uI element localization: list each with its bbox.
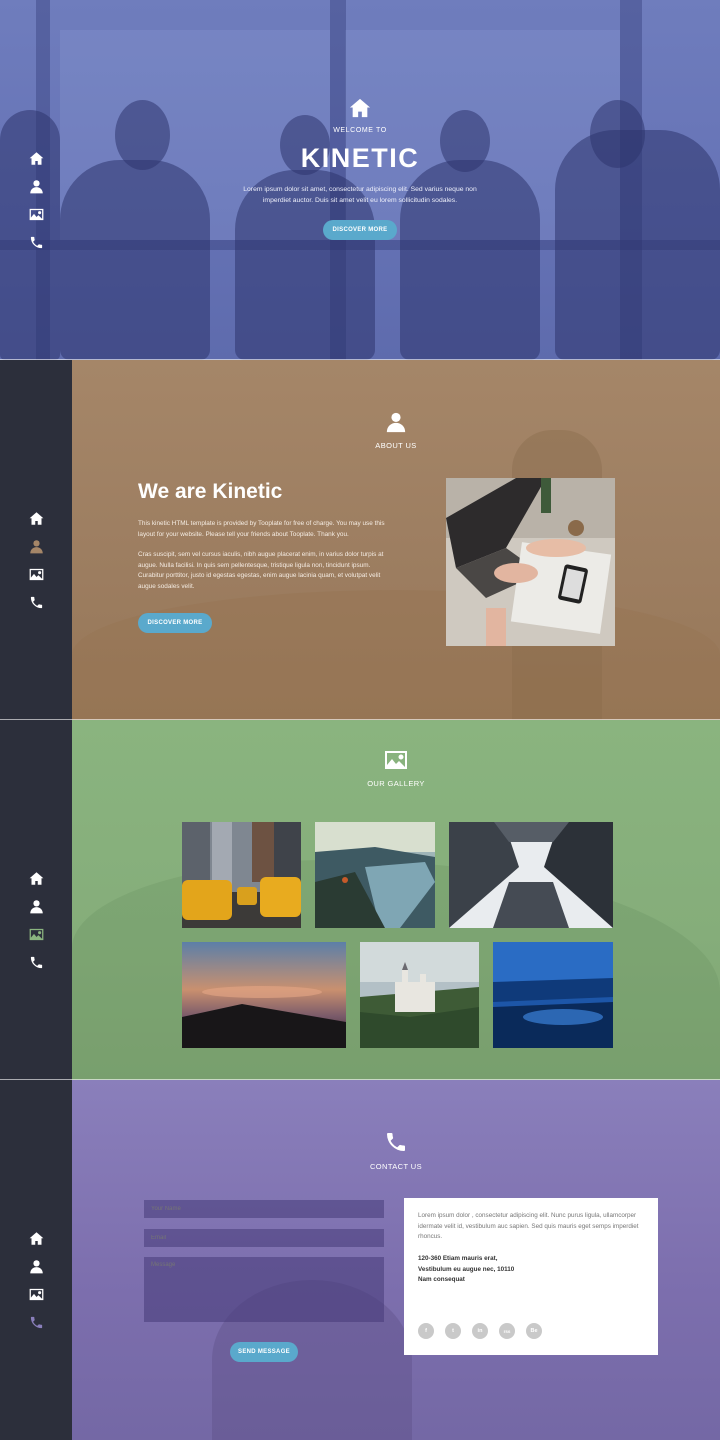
nav-home[interactable]: [22, 864, 50, 892]
nav-gallery[interactable]: [22, 560, 50, 588]
gallery-image-castle[interactable]: [360, 942, 479, 1048]
contact-info-text: Lorem ipsum dolor , consectetur adipisci…: [418, 1212, 639, 1240]
gallery-content: OUR GALLERY: [72, 720, 720, 1080]
hero-discover-button[interactable]: DISCOVER MORE: [323, 220, 397, 240]
nav-gallery[interactable]: [22, 1280, 50, 1308]
nav-about[interactable]: [22, 1252, 50, 1280]
image-icon: [381, 748, 411, 777]
about-discover-button[interactable]: DISCOVER MORE: [138, 613, 212, 633]
linkedin-icon[interactable]: in: [472, 1323, 488, 1339]
gallery-section: OUR GALLERY: [0, 720, 720, 1080]
home-icon: [29, 511, 44, 526]
about-label: ABOUT US: [375, 441, 417, 450]
address-line-3: Nam consequat: [418, 1276, 465, 1283]
nav-contact[interactable]: [22, 1308, 50, 1336]
side-nav: [22, 504, 50, 616]
home-icon: [348, 97, 372, 124]
nav-contact[interactable]: [22, 228, 50, 256]
home-icon: [29, 871, 44, 886]
nav-gallery[interactable]: [22, 920, 50, 948]
image-icon: [29, 1287, 44, 1302]
nav-contact[interactable]: [22, 588, 50, 616]
nav-about[interactable]: [22, 892, 50, 920]
nav-contact[interactable]: [22, 948, 50, 976]
image-icon: [29, 207, 44, 222]
user-icon: [385, 410, 407, 439]
nav-about[interactable]: [22, 532, 50, 560]
gallery-image-fjord-cliff[interactable]: [315, 822, 435, 928]
about-heading: We are Kinetic: [138, 480, 283, 503]
contact-info-card: Lorem ipsum dolor , consectetur adipisci…: [404, 1198, 658, 1355]
phone-icon: [29, 1315, 44, 1330]
user-icon: [29, 899, 44, 914]
hero-background-image: [0, 0, 720, 360]
home-icon: [29, 1231, 44, 1246]
nav-home[interactable]: [22, 1224, 50, 1252]
about-content: ABOUT US We are Kinetic This kinetic HTM…: [72, 360, 720, 720]
hero-title: KINETIC: [300, 143, 420, 173]
gallery-image-sunset-clouds[interactable]: [182, 942, 346, 1048]
contact-section: CONTACT US SEND MESSAGE Lorem ipsum dolo…: [0, 1080, 720, 1440]
gallery-label: OUR GALLERY: [367, 779, 425, 788]
email-field[interactable]: [144, 1229, 384, 1247]
about-photo: [446, 478, 615, 646]
about-section: ABOUT US We are Kinetic This kinetic HTM…: [0, 360, 720, 720]
address-line-1: 120-360 Etiam mauris erat,: [418, 1255, 498, 1262]
image-icon: [29, 927, 44, 942]
side-nav: [22, 864, 50, 976]
contact-content: CONTACT US SEND MESSAGE Lorem ipsum dolo…: [72, 1080, 720, 1440]
rss-icon[interactable]: rss: [499, 1323, 515, 1339]
phone-icon: [29, 235, 44, 250]
send-message-button[interactable]: SEND MESSAGE: [230, 1342, 298, 1362]
facebook-icon[interactable]: f: [418, 1323, 434, 1339]
contact-label: CONTACT US: [369, 1162, 423, 1171]
user-icon: [29, 1259, 44, 1274]
gallery-image-city-taxis[interactable]: [182, 822, 301, 928]
nav-gallery[interactable]: [22, 200, 50, 228]
phone-icon: [29, 595, 44, 610]
nav-home[interactable]: [22, 504, 50, 532]
hero-welcome: WELCOME TO: [333, 127, 387, 134]
image-icon: [29, 567, 44, 582]
nav-about[interactable]: [22, 172, 50, 200]
user-icon: [29, 179, 44, 194]
about-paragraph-2: Cras suscipit, sem vel cursus iaculis, n…: [138, 551, 384, 590]
gallery-image-skyscrapers[interactable]: [449, 822, 613, 928]
phone-icon: [29, 955, 44, 970]
phone-icon: [384, 1130, 408, 1159]
side-nav: [22, 1224, 50, 1336]
twitter-icon[interactable]: t: [445, 1323, 461, 1339]
user-icon: [29, 539, 44, 554]
hero-section: WELCOME TO KINETIC Lorem ipsum dolor sit…: [0, 0, 720, 360]
behance-icon[interactable]: Be: [526, 1323, 542, 1339]
background-hills: [72, 590, 720, 720]
contact-address: 120-360 Etiam mauris erat, Vestibulum eu…: [418, 1254, 646, 1286]
name-field[interactable]: [144, 1200, 384, 1218]
address-line-2: Vestibulum eu augue nec, 10110: [418, 1265, 515, 1273]
message-field[interactable]: [144, 1257, 384, 1322]
hero-text: Lorem ipsum dolor sit amet, consectetur …: [243, 186, 477, 204]
about-paragraph-1: This kinetic HTML template is provided b…: [138, 520, 385, 538]
gallery-image-blue-shore[interactable]: [493, 942, 613, 1048]
